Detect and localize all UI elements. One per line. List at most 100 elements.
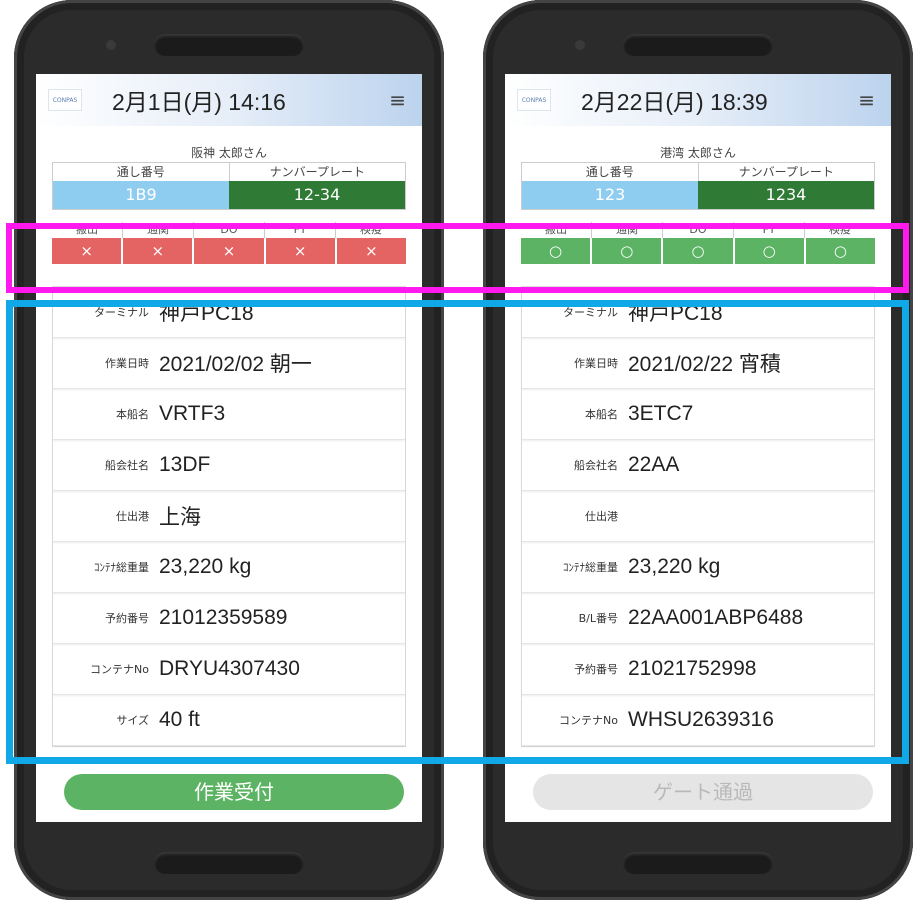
status-label: FT bbox=[733, 222, 804, 238]
detail-row: B/L番号 22AA001ABP6488 bbox=[522, 593, 874, 644]
detail-label: 作業日時 bbox=[105, 357, 149, 370]
detail-row: 本船名 VRTF3 bbox=[53, 389, 405, 440]
detail-row: 船会社名 13DF bbox=[53, 440, 405, 491]
plate-label: ナンバープレート bbox=[269, 165, 365, 179]
plate-label: ナンバープレート bbox=[738, 165, 834, 179]
speaker-grille bbox=[154, 34, 304, 56]
detail-row: ターミナル 神戸PC18 bbox=[53, 287, 405, 338]
camera-icon bbox=[575, 40, 585, 50]
detail-row: 仕出港 bbox=[522, 491, 874, 542]
detail-list: ターミナル 神戸PC18 作業日時 2021/02/22 宵積 本船名 3ETC7 船… bbox=[521, 286, 875, 747]
status-label: 通関 bbox=[122, 222, 193, 238]
detail-label: コンテナNo bbox=[559, 714, 618, 727]
detail-value: 2021/02/02 朝一 bbox=[159, 353, 312, 376]
status-cross-icon: × bbox=[194, 238, 264, 264]
status-label: DO bbox=[193, 222, 264, 238]
speaker-grille-bottom bbox=[623, 852, 773, 874]
detail-row: 予約番号 21021752998 bbox=[522, 644, 874, 695]
status-label: 通関 bbox=[591, 222, 662, 238]
detail-row: コンテナNo WHSU2639316 bbox=[522, 695, 874, 746]
status-circle-icon: ○ bbox=[663, 238, 733, 264]
phone-left: CONPAS 2月1日(月) 14:16 ≡ 阪神 太郎さん 通し番号 ナンバー… bbox=[14, 0, 444, 900]
seq-label: 通し番号 bbox=[522, 163, 699, 181]
detail-value: DRYU4307430 bbox=[159, 657, 300, 680]
plate-value: 1234 bbox=[698, 181, 874, 209]
detail-row: サイズ 40 ft bbox=[53, 695, 405, 746]
camera-icon bbox=[106, 40, 116, 50]
detail-label: 作業日時 bbox=[574, 357, 618, 370]
status-label: 搬出 bbox=[545, 223, 567, 236]
detail-row: コンテナNo DRYU4307430 bbox=[53, 644, 405, 695]
detail-label: サイズ bbox=[116, 714, 149, 727]
detail-value: 23,220 kg bbox=[628, 555, 721, 578]
detail-list: ターミナル 神戸PC18 作業日時 2021/02/02 朝一 本船名 VRTF3 船… bbox=[52, 286, 406, 747]
detail-label: 仕出港 bbox=[585, 510, 618, 523]
phone-right: CONPAS 2月22日(月) 18:39 ≡ 港湾 太郎さん 通し番号 ナンバ… bbox=[483, 0, 913, 900]
detail-row: 仕出港 上海 bbox=[53, 491, 405, 542]
detail-row: ｺﾝﾃﾅ総重量 23,220 kg bbox=[53, 542, 405, 593]
status-cross-icon: × bbox=[123, 238, 193, 264]
detail-value: 21021752998 bbox=[628, 657, 757, 680]
detail-value: 13DF bbox=[159, 453, 211, 476]
datetime: 2月1日(月) 14:16 bbox=[112, 89, 286, 115]
status-circle-icon: ○ bbox=[805, 238, 876, 264]
status-circle-icon: ○ bbox=[734, 238, 804, 264]
detail-label: ｺﾝﾃﾅ総重量 bbox=[563, 561, 618, 574]
detail-row: 本船名 3ETC7 bbox=[522, 389, 874, 440]
app-bar: CONPAS 2月1日(月) 14:16 ≡ bbox=[36, 74, 422, 126]
detail-label: 本船名 bbox=[585, 408, 618, 421]
detail-label: 本船名 bbox=[116, 408, 149, 421]
detail-row: 作業日時 2021/02/22 宵積 bbox=[522, 338, 874, 389]
detail-value: 22AA001ABP6488 bbox=[628, 606, 804, 629]
detail-label: 船会社名 bbox=[105, 459, 149, 472]
gate-pass-button[interactable]: ゲート通過 bbox=[533, 774, 873, 810]
status-table: 搬出 通関 DO FT 検疫 × × × × × bbox=[52, 222, 407, 264]
detail-value: 神戸PC18 bbox=[159, 302, 254, 325]
speaker-grille bbox=[623, 34, 773, 56]
datetime: 2月22日(月) 18:39 bbox=[581, 89, 768, 115]
id-table: 通し番号 ナンバープレート 123 1234 bbox=[521, 162, 875, 210]
detail-value: 21012359589 bbox=[159, 606, 288, 629]
status-label: 検疫 bbox=[335, 222, 406, 238]
status-label: FT bbox=[264, 222, 335, 238]
status-circle-icon: ○ bbox=[521, 238, 591, 264]
id-table: 通し番号 ナンバープレート 1B9 12-34 bbox=[52, 162, 406, 210]
screen-left: CONPAS 2月1日(月) 14:16 ≡ 阪神 太郎さん 通し番号 ナンバー… bbox=[36, 74, 422, 822]
user-name: 阪神 太郎さん bbox=[191, 146, 267, 160]
detail-value: WHSU2639316 bbox=[628, 708, 774, 731]
status-cross-icon: × bbox=[336, 238, 407, 264]
detail-value: 2021/02/22 宵積 bbox=[628, 353, 781, 376]
user-name: 港湾 太郎さん bbox=[660, 146, 736, 160]
conpas-logo: CONPAS bbox=[517, 89, 551, 111]
speaker-grille-bottom bbox=[154, 852, 304, 874]
app-bar: CONPAS 2月22日(月) 18:39 ≡ bbox=[505, 74, 891, 126]
detail-value: 3ETC7 bbox=[628, 402, 694, 425]
detail-label: 仕出港 bbox=[116, 510, 149, 523]
seq-value: 123 bbox=[522, 181, 698, 209]
detail-label: ターミナル bbox=[94, 306, 149, 319]
screen-right: CONPAS 2月22日(月) 18:39 ≡ 港湾 太郎さん 通し番号 ナンバ… bbox=[505, 74, 891, 822]
detail-value: 22AA bbox=[628, 453, 680, 476]
detail-row: ｺﾝﾃﾅ総重量 23,220 kg bbox=[522, 542, 874, 593]
status-label: 搬出 bbox=[76, 223, 98, 236]
plate-value: 12-34 bbox=[229, 181, 405, 209]
detail-label: 予約番号 bbox=[105, 612, 149, 625]
conpas-logo: CONPAS bbox=[48, 89, 82, 111]
detail-label: 船会社名 bbox=[574, 459, 618, 472]
status-cross-icon: × bbox=[265, 238, 335, 264]
detail-value: 23,220 kg bbox=[159, 555, 252, 578]
detail-value: 上海 bbox=[159, 506, 201, 529]
seq-label: 通し番号 bbox=[53, 163, 230, 181]
detail-label: B/L番号 bbox=[578, 612, 618, 625]
status-table: 搬出 通関 DO FT 検疫 ○ ○ ○ ○ ○ bbox=[521, 222, 876, 264]
detail-label: ｺﾝﾃﾅ総重量 bbox=[94, 561, 149, 574]
detail-row: 船会社名 22AA bbox=[522, 440, 874, 491]
status-circle-icon: ○ bbox=[592, 238, 662, 264]
work-accept-button[interactable]: 作業受付 bbox=[64, 774, 404, 810]
hamburger-menu-icon[interactable]: ≡ bbox=[858, 88, 875, 112]
detail-label: ターミナル bbox=[563, 306, 618, 319]
detail-value: VRTF3 bbox=[159, 402, 226, 425]
detail-value: 40 ft bbox=[159, 708, 200, 731]
detail-label: 予約番号 bbox=[574, 663, 618, 676]
hamburger-menu-icon[interactable]: ≡ bbox=[389, 88, 406, 112]
